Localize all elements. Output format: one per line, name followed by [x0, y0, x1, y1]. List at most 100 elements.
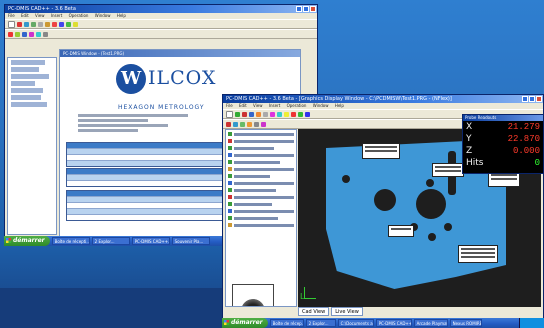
- taskbar-item[interactable]: Souvenir Pla...: [171, 237, 210, 245]
- dimension-label[interactable]: [388, 225, 414, 237]
- tree-item[interactable]: [228, 166, 294, 172]
- probe-readouts-window[interactable]: Probe Readouts X 21.279 Y 22.870 Z 0.000…: [462, 114, 544, 174]
- toolbar-icon[interactable]: [284, 111, 289, 117]
- tree-item[interactable]: [11, 95, 41, 100]
- tree-item[interactable]: [228, 222, 294, 228]
- toolbar-icon[interactable]: [8, 31, 13, 37]
- toolbar-icon[interactable]: [242, 111, 247, 117]
- toolbar-icon[interactable]: [247, 121, 252, 127]
- toolbar-icon[interactable]: [261, 121, 266, 127]
- units-dropdown[interactable]: [226, 110, 233, 118]
- part-hole[interactable]: [428, 233, 436, 241]
- menu-file[interactable]: File: [8, 13, 15, 18]
- menu-view[interactable]: View: [35, 13, 45, 18]
- toolbar-icon[interactable]: [249, 111, 254, 117]
- taskbar-item[interactable]: PC-DMIS CAD++...: [375, 319, 412, 327]
- toolbar-icon[interactable]: [59, 21, 64, 27]
- taskbar-item[interactable]: Boîte de récepti...: [51, 237, 90, 245]
- toolbar-icon[interactable]: [233, 121, 238, 127]
- menu-insert[interactable]: Insert: [269, 103, 280, 108]
- taskbar-item[interactable]: 2 Explor...: [91, 237, 130, 245]
- toolbar-icon[interactable]: [52, 21, 57, 27]
- maximize-button[interactable]: [529, 96, 535, 102]
- toolbar-icon[interactable]: [22, 31, 27, 37]
- toolbar-icon[interactable]: [277, 111, 282, 117]
- dimension-label[interactable]: [458, 245, 498, 263]
- toolbar-icon[interactable]: [43, 31, 48, 37]
- start-button[interactable]: démarrer: [4, 236, 50, 246]
- menu-edit[interactable]: Edit: [21, 13, 29, 18]
- tree-item[interactable]: [228, 215, 294, 221]
- toolbar-icon[interactable]: [226, 121, 231, 127]
- taskbar-item[interactable]: Boîte de récep...: [269, 319, 304, 327]
- probe-camera-view[interactable]: [232, 284, 274, 306]
- part-hole[interactable]: [342, 175, 350, 183]
- part-hole[interactable]: [426, 179, 434, 187]
- toolbar-icon[interactable]: [29, 31, 34, 37]
- toolbar-icon[interactable]: [298, 111, 303, 117]
- toolbar-icon[interactable]: [256, 111, 261, 117]
- toolbar-icon[interactable]: [305, 111, 310, 117]
- menu-help[interactable]: Help: [117, 13, 126, 18]
- menu-window[interactable]: Window: [313, 103, 329, 108]
- units-dropdown[interactable]: [8, 20, 15, 28]
- toolbar-icon[interactable]: [24, 21, 29, 27]
- toolbar-icon[interactable]: [36, 31, 41, 37]
- toolbar-icon[interactable]: [31, 21, 36, 27]
- toolbar-icon[interactable]: [270, 111, 275, 117]
- feature-tree[interactable]: [225, 129, 297, 307]
- tab-live-view[interactable]: Live View: [331, 307, 363, 316]
- tree-item[interactable]: [11, 81, 35, 86]
- toolbar-icon[interactable]: [17, 21, 22, 27]
- menu-file[interactable]: File: [226, 103, 233, 108]
- start-button[interactable]: démarrer: [222, 318, 268, 328]
- menu-view[interactable]: View: [253, 103, 263, 108]
- dimension-label[interactable]: [432, 163, 464, 177]
- report-window-titlebar[interactable]: PC-DMIS CAD++ - 3.6 Beta: [5, 5, 317, 13]
- tree-item[interactable]: [228, 201, 294, 207]
- menu-operation[interactable]: Operation: [287, 103, 307, 108]
- toolbar-icon[interactable]: [73, 21, 78, 27]
- taskbar-item[interactable]: C:\Documents an...: [337, 319, 374, 327]
- taskbar-item[interactable]: Nexus ROMIRE...: [449, 319, 482, 327]
- tree-item[interactable]: [228, 187, 294, 193]
- toolbar-icon[interactable]: [263, 111, 268, 117]
- tab-cad-view[interactable]: Cad View: [298, 307, 330, 316]
- toolbar-icon[interactable]: [15, 31, 20, 37]
- tree-item[interactable]: [228, 173, 294, 179]
- toolbar-icon[interactable]: [38, 21, 43, 27]
- tree-item[interactable]: [228, 159, 294, 165]
- part-hole[interactable]: [416, 189, 446, 219]
- maximize-button[interactable]: [303, 6, 309, 12]
- part-hole[interactable]: [374, 189, 396, 211]
- tree-item[interactable]: [228, 180, 294, 186]
- menu-window[interactable]: Window: [95, 13, 111, 18]
- taskbar-item[interactable]: 2 Explor...: [305, 319, 336, 327]
- tree-item[interactable]: [228, 194, 294, 200]
- toolbar-icon[interactable]: [66, 21, 71, 27]
- tree-item[interactable]: [11, 102, 47, 107]
- tree-item[interactable]: [228, 152, 294, 158]
- menu-edit[interactable]: Edit: [239, 103, 247, 108]
- minimize-button[interactable]: [522, 96, 528, 102]
- tree-item[interactable]: [11, 88, 43, 93]
- tree-item[interactable]: [228, 145, 294, 151]
- toolbar-icon[interactable]: [240, 121, 245, 127]
- tree-item[interactable]: [228, 208, 294, 214]
- toolbar-icon[interactable]: [254, 121, 259, 127]
- minimize-button[interactable]: [296, 6, 302, 12]
- graphics-window-titlebar[interactable]: PC-DMIS CAD++ - 3.6 Beta - [Graphics Dis…: [223, 95, 543, 103]
- menu-insert[interactable]: Insert: [51, 13, 62, 18]
- close-button[interactable]: [536, 96, 542, 102]
- tree-item[interactable]: [11, 60, 45, 65]
- tree-item[interactable]: [228, 131, 294, 137]
- tree-item[interactable]: [11, 67, 39, 72]
- tree-item[interactable]: [228, 138, 294, 144]
- toolbar-icon[interactable]: [291, 111, 296, 117]
- system-tray[interactable]: [519, 318, 544, 328]
- toolbar-icon[interactable]: [45, 21, 50, 27]
- close-button[interactable]: [310, 6, 316, 12]
- part-hole[interactable]: [444, 223, 452, 231]
- menu-help[interactable]: Help: [335, 103, 344, 108]
- taskbar-item[interactable]: PC-DMIS CAD++...: [131, 237, 170, 245]
